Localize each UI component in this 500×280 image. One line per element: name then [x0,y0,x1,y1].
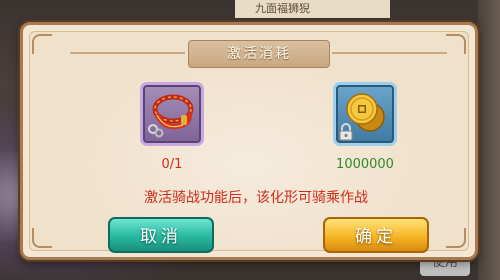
background-side-panel [478,0,500,280]
corner-ornament [446,228,466,248]
confirm-button[interactable]: 确定 [323,217,429,253]
activation-cost-dialog: 激活消耗 0/1 1000000 激活骑战功能后，该化形可骑乘作战 取消 确定 [20,22,478,260]
dialog-body: 激活消耗 0/1 1000000 激活骑战功能后，该化形可骑乘作战 取消 确定 [29,31,469,253]
cancel-button[interactable]: 取消 [108,217,214,253]
corner-ornament [446,34,466,54]
title-divider [70,52,185,54]
corner-ornament [32,34,52,54]
title-divider [332,52,447,54]
lock-icon [339,123,353,141]
dialog-title: 激活消耗 [188,40,330,68]
item-slot-coins[interactable] [333,82,397,146]
rope-count: 0/1 [161,157,183,172]
red-rope-icon [148,94,194,138]
item-slot-rope[interactable] [140,82,204,146]
activation-description: 激活骑战功能后，该化形可骑乘作战 [144,190,368,206]
corner-ornament [32,228,52,248]
coin-count: 1000000 [336,157,394,172]
background-panel-title: 九面福狮猊 [235,0,390,18]
